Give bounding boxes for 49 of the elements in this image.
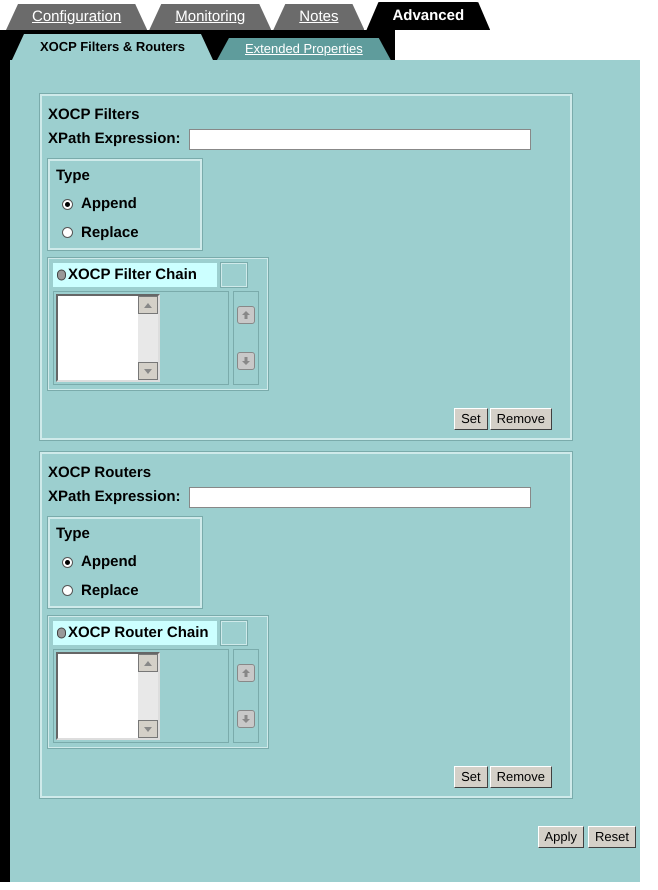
field-label: XPath Expression: (48, 487, 181, 507)
chain-label: XOCP Router Chain (53, 621, 217, 645)
radio-option[interactable]: Replace (56, 222, 194, 244)
sub-tab[interactable]: XOCP Filters & Routers (12, 34, 213, 60)
radio-button[interactable] (62, 585, 73, 596)
arrow-up-button[interactable] (237, 306, 255, 324)
radio-button[interactable] (62, 556, 73, 568)
arrow-up-icon (241, 668, 251, 678)
scrollbar[interactable] (138, 654, 158, 738)
radio-option[interactable]: Append (56, 551, 194, 574)
cylinder-icon (57, 269, 66, 281)
input-field[interactable] (188, 128, 531, 150)
list-box[interactable] (56, 652, 160, 740)
group-title: Type (56, 524, 91, 544)
button[interactable]: Remove (490, 408, 552, 430)
input-field[interactable] (188, 486, 531, 508)
tab[interactable]: Monitoring (149, 4, 272, 30)
radio-option[interactable]: Replace (56, 580, 194, 602)
button[interactable]: Apply (538, 826, 584, 848)
section-title: XOCP Filters (48, 105, 140, 124)
arrow-down-icon (241, 356, 251, 366)
chain-label: XOCP Filter Chain (53, 263, 217, 287)
button[interactable]: Set (454, 766, 488, 788)
button[interactable]: Remove (490, 766, 552, 788)
arrow-down-icon (241, 714, 251, 724)
empty-cell (221, 621, 247, 645)
button[interactable]: Reset (588, 826, 636, 848)
empty-cell (221, 263, 247, 287)
tab[interactable]: Advanced (366, 2, 490, 30)
scrollbar[interactable] (138, 296, 158, 380)
field-label: XPath Expression: (48, 129, 181, 149)
arrow-down-button[interactable] (237, 352, 255, 370)
scroll-down-button[interactable] (138, 720, 158, 738)
scroll-down-button[interactable] (138, 362, 158, 380)
tab[interactable]: Notes (273, 4, 364, 30)
radio-option[interactable]: Append (56, 193, 194, 216)
radio-button[interactable] (62, 227, 73, 238)
button[interactable]: Set (454, 408, 488, 430)
arrow-up-icon (241, 310, 251, 320)
tab[interactable]: Configuration (6, 4, 148, 30)
list-box[interactable] (56, 294, 160, 382)
arrow-down-button[interactable] (237, 710, 255, 728)
group-title: Type (56, 166, 91, 186)
section-title: XOCP Routers (48, 463, 152, 482)
radio-button[interactable] (62, 198, 73, 210)
cylinder-icon (57, 627, 66, 639)
arrow-up-button[interactable] (237, 664, 255, 682)
scroll-up-button[interactable] (138, 296, 158, 314)
scroll-up-button[interactable] (138, 654, 158, 672)
